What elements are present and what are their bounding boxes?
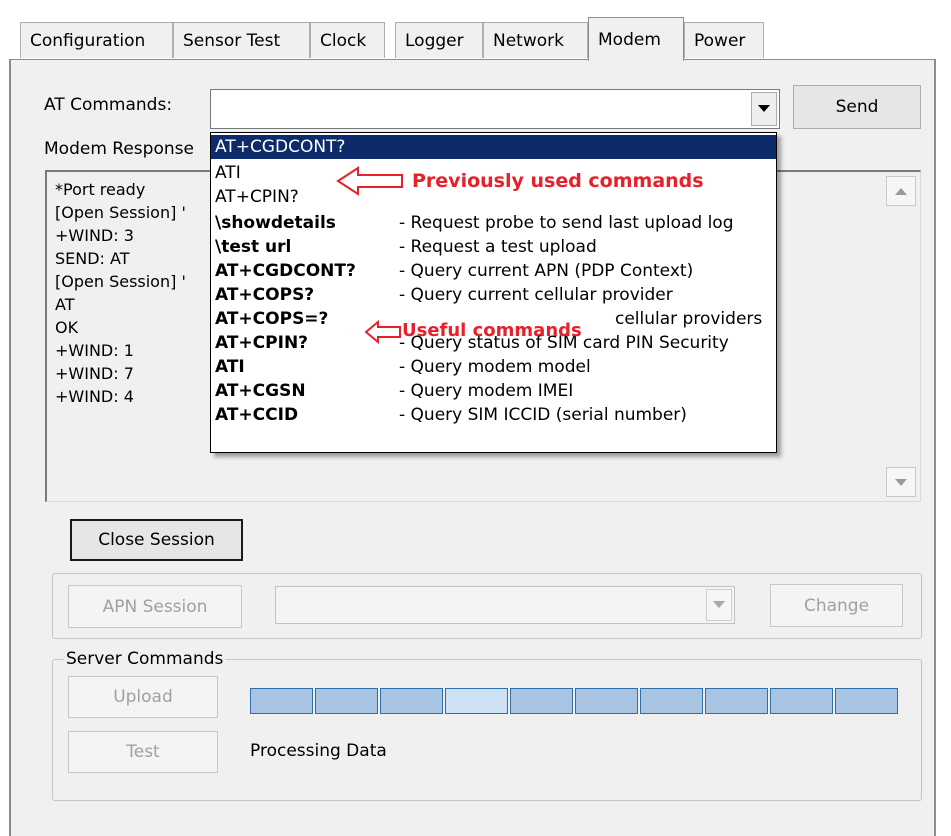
option-description: - Query current cellular provider <box>399 285 673 305</box>
dropdown-option[interactable]: AT+CCID - Query SIM ICCID (serial number… <box>211 403 776 427</box>
response-line: +WIND: 1 <box>55 341 134 360</box>
chevron-down-icon <box>713 601 725 608</box>
chevron-down-icon <box>758 105 770 112</box>
tab-strip: Configuration Sensor Test Clock Logger N… <box>0 0 951 61</box>
response-line: [Open Session] ' <box>55 203 186 222</box>
dropdown-option[interactable]: ATI - Query modem model <box>211 355 776 379</box>
option-command: AT+COPS=? <box>215 309 329 329</box>
progress-segment <box>705 688 768 714</box>
at-commands-dropdown-button[interactable] <box>751 92 777 126</box>
response-line: AT <box>55 295 75 314</box>
progress-segment <box>380 688 443 714</box>
option-description: - Query modem IMEI <box>399 381 574 401</box>
close-session-label: Close Session <box>98 530 215 550</box>
response-line: *Port ready <box>55 180 146 199</box>
option-command: ATI <box>215 357 245 377</box>
progress-segment <box>315 688 378 714</box>
progress-segment <box>575 688 638 714</box>
tab-logger[interactable]: Logger <box>395 22 483 58</box>
arrow-left-icon <box>364 320 401 344</box>
dropdown-option[interactable]: AT+CGDCONT? <box>211 135 776 159</box>
option-command: AT+CCID <box>215 405 299 425</box>
at-commands-combobox[interactable] <box>210 89 780 129</box>
apn-dropdown-button[interactable] <box>706 589 732 621</box>
scroll-down-button[interactable] <box>886 467 916 497</box>
tab-label: Configuration <box>30 31 146 51</box>
test-button-label: Test <box>126 742 160 762</box>
close-session-button[interactable]: Close Session <box>70 519 243 561</box>
tab-clock[interactable]: Clock <box>310 22 385 58</box>
apn-session-label: APN Session <box>102 596 208 617</box>
progress-segment <box>770 688 833 714</box>
option-description: - Request a test upload <box>399 237 597 257</box>
change-button-label: Change <box>803 595 870 616</box>
option-command: AT+CGDCONT? <box>215 137 346 157</box>
annotation-previously-used: Previously used commands <box>412 170 704 192</box>
modem-response-label: Modem Response <box>44 139 194 159</box>
arrow-left-icon <box>336 166 403 196</box>
dropdown-option[interactable]: \test url - Request a test upload <box>211 235 776 259</box>
option-command: \test url <box>215 237 292 257</box>
change-button[interactable]: Change <box>770 584 903 627</box>
progress-segment <box>250 688 313 714</box>
modem-response-text: *Port ready [Open Session] ' +WIND: 3 SE… <box>55 178 186 408</box>
at-commands-label: AT Commands: <box>44 95 173 115</box>
response-line: SEND: AT <box>55 249 130 268</box>
response-line: OK <box>55 318 79 337</box>
upload-button-label: Upload <box>113 687 173 707</box>
apn-session-button[interactable]: APN Session <box>68 585 242 628</box>
tab-label: Modem <box>598 30 661 50</box>
option-description: - Query current APN (PDP Context) <box>399 261 694 281</box>
server-commands-title: Server Commands <box>64 649 226 669</box>
dropdown-option[interactable]: AT+CGDCONT? - Query current APN (PDP Con… <box>211 259 776 283</box>
tab-configuration[interactable]: Configuration <box>20 22 173 58</box>
option-command: AT+CGDCONT? <box>215 261 356 281</box>
tab-sensor-test[interactable]: Sensor Test <box>173 22 310 58</box>
progress-segment <box>510 688 573 714</box>
send-button[interactable]: Send <box>793 85 921 129</box>
upload-progress-bar <box>250 688 902 714</box>
tab-label: Network <box>493 31 564 51</box>
progress-segment <box>445 688 508 714</box>
response-line: +WIND: 4 <box>55 387 134 406</box>
send-button-label: Send <box>835 97 879 117</box>
option-command: ATI <box>215 163 241 183</box>
modem-dialog: Configuration Sensor Test Clock Logger N… <box>0 0 951 836</box>
option-command: AT+CGSN <box>215 381 306 401</box>
tab-label: Logger <box>405 31 464 51</box>
tab-label: Clock <box>320 31 367 51</box>
apn-combobox[interactable] <box>275 586 735 624</box>
option-description: - Query SIM ICCID (serial number) <box>399 405 687 425</box>
tab-label: Power <box>694 31 746 51</box>
progress-segment <box>640 688 703 714</box>
tab-modem[interactable]: Modem <box>588 17 684 61</box>
tab-power[interactable]: Power <box>684 22 764 58</box>
dropdown-option[interactable]: AT+COPS? - Query current cellular provid… <box>211 283 776 307</box>
option-description: cellular providers <box>615 309 763 329</box>
dropdown-option[interactable]: AT+CGSN - Query modem IMEI <box>211 379 776 403</box>
test-button[interactable]: Test <box>68 731 218 773</box>
option-description: - Request probe to send last upload log <box>399 213 734 233</box>
chevron-up-icon <box>895 187 907 195</box>
option-command: AT+CPIN? <box>215 333 309 353</box>
annotation-useful-commands: Useful commands <box>402 320 582 341</box>
response-line: +WIND: 7 <box>55 364 134 383</box>
upload-button[interactable]: Upload <box>68 676 218 718</box>
tab-network[interactable]: Network <box>483 22 588 58</box>
tab-label: Sensor Test <box>183 31 281 51</box>
response-line: +WIND: 3 <box>55 226 134 245</box>
option-command: AT+COPS? <box>215 285 315 305</box>
processing-status: Processing Data <box>250 741 387 761</box>
response-line: [Open Session] ' <box>55 272 186 291</box>
option-description: - Query modem model <box>399 357 591 377</box>
chevron-down-icon <box>895 478 907 486</box>
progress-segment <box>835 688 898 714</box>
scroll-up-button[interactable] <box>886 176 916 206</box>
option-command: AT+CPIN? <box>215 187 299 207</box>
response-scrollbar[interactable] <box>886 176 916 497</box>
option-command: \showdetails <box>215 213 336 233</box>
dropdown-option[interactable]: \showdetails - Request probe to send las… <box>211 211 776 235</box>
